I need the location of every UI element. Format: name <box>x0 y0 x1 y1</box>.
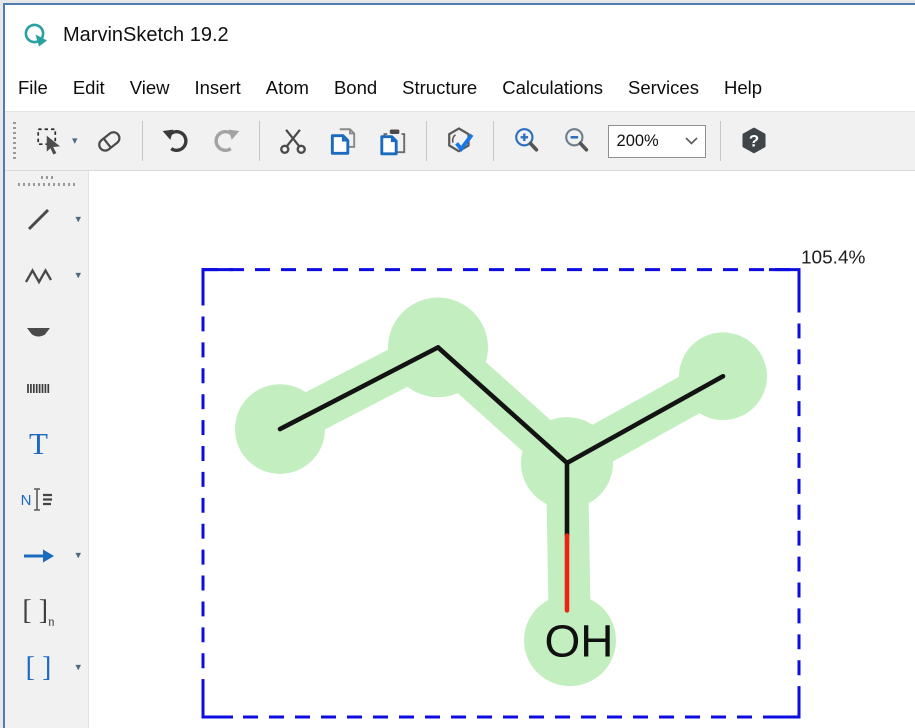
molecule[interactable]: OH <box>235 298 767 687</box>
atom-label-icon: N <box>21 487 57 513</box>
paste-button[interactable] <box>373 119 413 163</box>
eraser-icon <box>93 125 125 157</box>
structure-check-icon <box>443 124 477 158</box>
undo-icon <box>159 124 193 158</box>
tools-sidebar: ▾ ▾ <box>5 171 89 728</box>
menu-item-file[interactable]: File <box>18 77 48 99</box>
comb-icon <box>24 374 54 402</box>
menu-item-insert[interactable]: Insert <box>194 77 240 99</box>
svg-text:OH: OH <box>545 614 614 666</box>
sidebar-grip[interactable] <box>18 183 76 186</box>
multicenter-tool-button[interactable] <box>5 304 88 360</box>
menu-item-bond[interactable]: Bond <box>334 77 377 99</box>
reaction-arrow-tool-button[interactable]: ▾ <box>5 528 88 584</box>
sidebar-grip[interactable] <box>41 176 53 179</box>
zoom-out-icon <box>561 125 593 157</box>
eraser-button[interactable] <box>89 119 129 163</box>
redo-icon <box>209 124 243 158</box>
marquee-select-icon <box>35 125 67 157</box>
text-tool-icon: T <box>29 426 48 462</box>
zoom-out-button[interactable] <box>557 119 597 163</box>
canvas-svg[interactable]: OH 105.4% <box>89 171 915 728</box>
repeating-group-tool-button[interactable]: [ ]n <box>5 584 88 640</box>
chevron-down-icon <box>685 137 698 145</box>
copy-button[interactable] <box>323 119 363 163</box>
menu-item-atom[interactable]: Atom <box>266 77 309 99</box>
svg-text:?: ? <box>748 131 758 150</box>
content-area: ▾ ▾ <box>5 171 915 728</box>
toolbar-separator <box>142 121 143 161</box>
copy-icon <box>327 125 359 157</box>
menu-item-view[interactable]: View <box>130 77 170 99</box>
scissors-icon <box>277 125 309 157</box>
arrow-right-icon <box>22 542 56 570</box>
zoom-in-button[interactable] <box>507 119 547 163</box>
chevron-down-icon[interactable]: ▾ <box>72 136 78 147</box>
atom-letter: N <box>21 492 32 509</box>
paste-icon <box>377 125 409 157</box>
bond-tool-button[interactable]: ▾ <box>5 192 88 248</box>
bracket-tool-button[interactable]: [ ] ▾ <box>5 640 88 696</box>
toolbar-separator <box>426 121 427 161</box>
help-icon: ? <box>738 125 770 157</box>
drawing-canvas[interactable]: OH 105.4% <box>89 171 915 728</box>
chevron-down-icon[interactable]: ▾ <box>75 663 81 674</box>
select-tool-button[interactable] <box>31 119 71 163</box>
zoom-level-value: 200% <box>617 132 685 151</box>
menu-item-calculations[interactable]: Calculations <box>502 77 603 99</box>
chevron-down-icon[interactable]: ▾ <box>75 551 81 562</box>
chain-icon <box>24 261 54 291</box>
main-toolbar: ▾ <box>5 111 915 171</box>
toolbar-separator <box>259 121 260 161</box>
text-cursor-icon <box>32 487 56 513</box>
selection-zoom-label: 105.4% <box>801 248 866 269</box>
multiple-group-tool-button[interactable] <box>5 360 88 416</box>
app-window: MarvinSketch 19.2 File Edit View Insert … <box>3 3 915 728</box>
single-bond-icon <box>24 205 54 235</box>
chevron-down-icon[interactable]: ▾ <box>75 215 81 226</box>
window-title: MarvinSketch 19.2 <box>63 24 229 47</box>
check-structure-button[interactable] <box>440 119 480 163</box>
undo-button[interactable] <box>156 119 196 163</box>
zoom-in-icon <box>511 125 543 157</box>
toolbar-separator <box>720 121 721 161</box>
redo-button[interactable] <box>206 119 246 163</box>
menu-item-structure[interactable]: Structure <box>402 77 477 99</box>
cut-button[interactable] <box>273 119 313 163</box>
title-bar: MarvinSketch 19.2 <box>5 5 915 65</box>
zoom-level-combobox[interactable]: 200% <box>608 125 706 158</box>
multicenter-icon <box>24 318 54 346</box>
bracket-icon: [ ] <box>26 652 52 684</box>
menu-bar: File Edit View Insert Atom Bond Structur… <box>5 65 915 111</box>
toolbar-grip[interactable] <box>13 122 16 160</box>
menu-item-edit[interactable]: Edit <box>73 77 105 99</box>
repeat-bracket-icon: [ ]n <box>22 595 54 630</box>
menu-item-services[interactable]: Services <box>628 77 699 99</box>
atom-properties-tool-button[interactable]: N <box>5 472 88 528</box>
help-button[interactable]: ? <box>734 119 774 163</box>
chain-tool-button[interactable]: ▾ <box>5 248 88 304</box>
menu-item-help[interactable]: Help <box>724 77 762 99</box>
marvin-logo-icon <box>21 21 51 49</box>
chevron-down-icon[interactable]: ▾ <box>75 271 81 282</box>
text-tool-button[interactable]: T <box>5 416 88 472</box>
toolbar-separator <box>493 121 494 161</box>
